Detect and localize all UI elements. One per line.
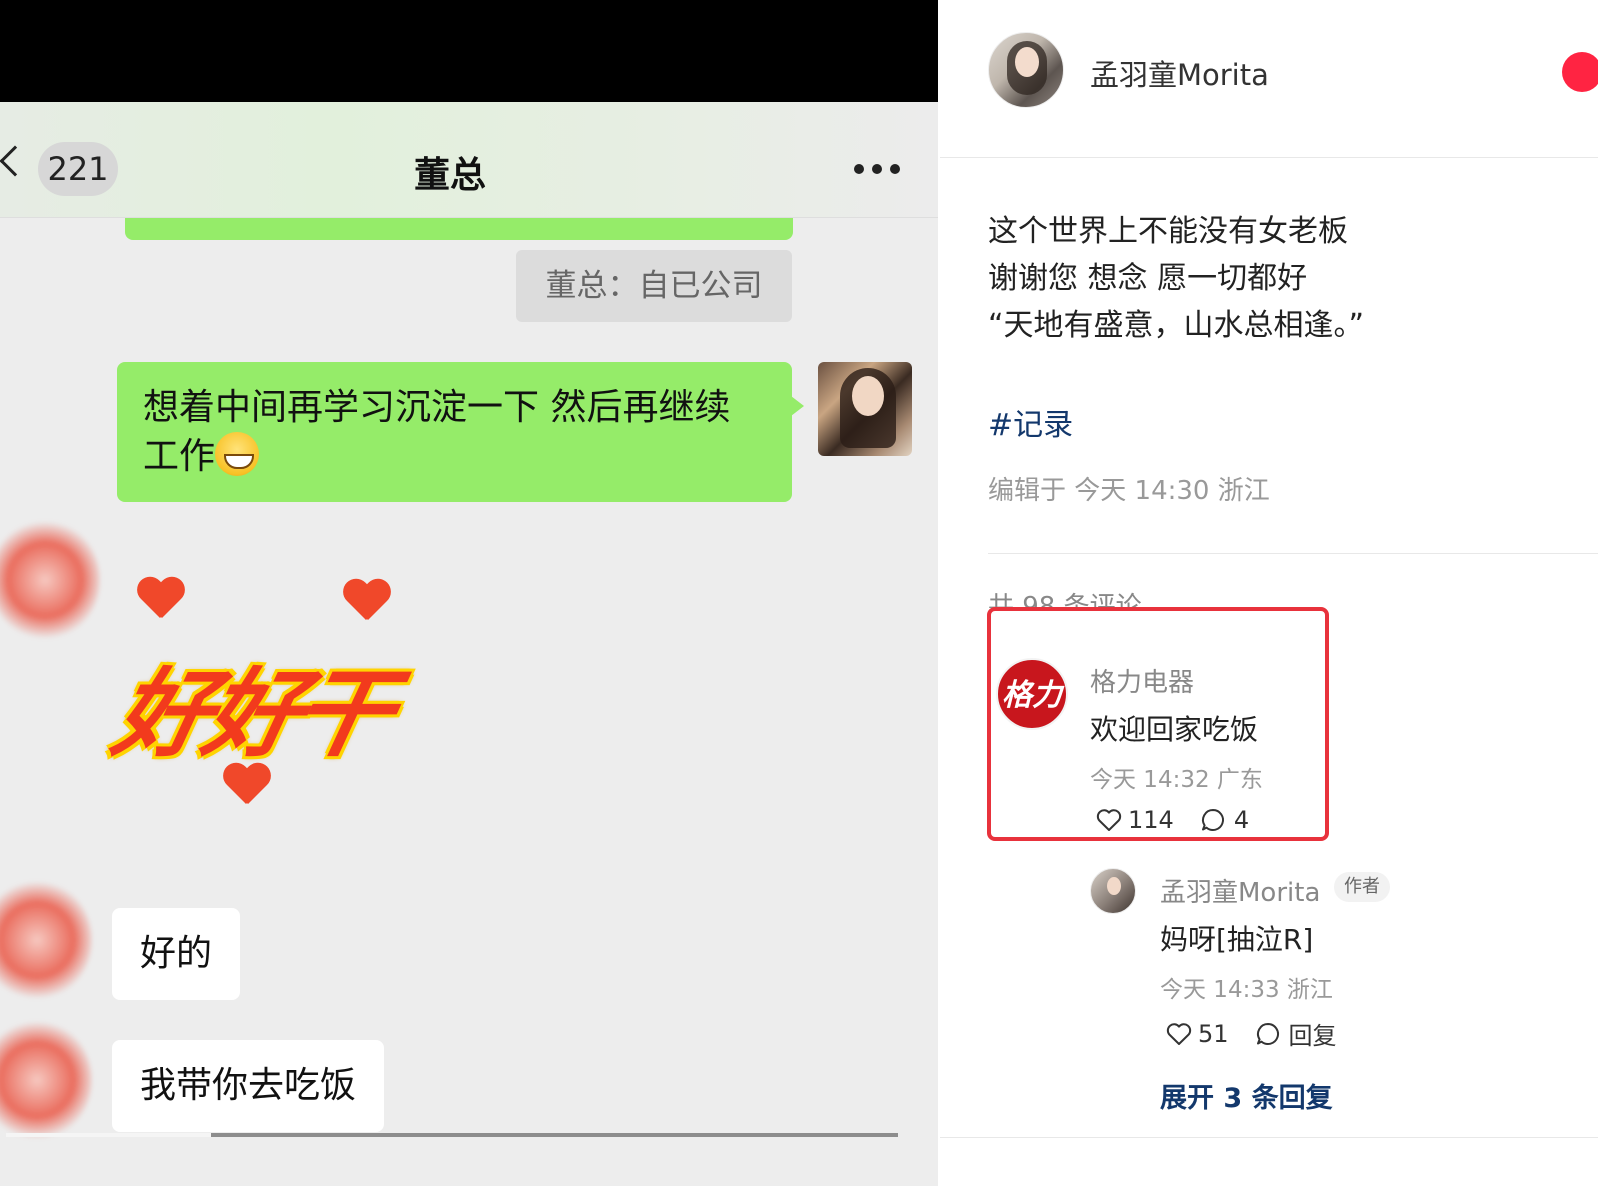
post-body: 这个世界上不能没有女老板 谢谢您 想念 愿一切都好 “天地有盛意，山水总相逢。” xyxy=(988,208,1364,349)
reply-label: 回复 xyxy=(1288,1022,1337,1050)
post-line: 这个世界上不能没有女老板 xyxy=(988,214,1348,249)
reply-time: 今天 14:33 浙江 xyxy=(1160,977,1333,1003)
quoted-message: 董总：自已公司 xyxy=(516,250,792,322)
sticker-text: 好好干 xyxy=(104,658,399,770)
chat-header: 221 董总 xyxy=(0,102,938,218)
blurred-avatar xyxy=(0,520,100,640)
author-avatar[interactable] xyxy=(988,32,1064,108)
reply-button[interactable]: 回复 xyxy=(1255,1016,1337,1051)
heart-icon xyxy=(342,580,390,624)
video-progress-bar[interactable] xyxy=(6,1133,898,1137)
comment-actions: 114 4 xyxy=(1096,806,1275,834)
post-meta: 编辑于 今天 14:30 浙江 xyxy=(988,476,1270,506)
heart-outline-icon xyxy=(1166,1022,1192,1046)
like-button[interactable]: 51 xyxy=(1166,1020,1229,1048)
previous-message-bubble xyxy=(125,218,793,240)
comment-text: 欢迎回家吃饭 xyxy=(1090,713,1259,746)
like-count: 51 xyxy=(1198,1019,1229,1048)
comment-count: 共 98 条评论 xyxy=(988,592,1142,608)
comment-bubble-icon xyxy=(1200,807,1226,833)
reply-avatar[interactable] xyxy=(1090,868,1136,914)
blurred-avatar xyxy=(0,880,92,1000)
reply-bubble: 好的 xyxy=(112,908,241,1000)
comment-time: 今天 14:32 广东 xyxy=(1090,767,1263,793)
divider xyxy=(940,1137,1598,1138)
post-line: “天地有盛意，山水总相逢。” xyxy=(988,308,1365,343)
chat-title: 董总 xyxy=(413,155,486,196)
video-letterbox xyxy=(0,0,938,102)
heart-outline-icon xyxy=(1096,808,1122,832)
reply-actions: 51 回复 xyxy=(1166,1016,1363,1051)
heart-icon xyxy=(222,764,270,808)
author-name[interactable]: 孟羽童Morita xyxy=(1090,52,1269,94)
author-tag: 作者 xyxy=(1334,872,1390,902)
heart-icon xyxy=(136,578,184,622)
divider xyxy=(940,157,1598,158)
video-progress-fill xyxy=(6,1133,212,1137)
reply-button[interactable]: 4 xyxy=(1200,806,1249,834)
like-count: 114 xyxy=(1128,806,1174,834)
reply-author-name[interactable]: 孟羽童Morita xyxy=(1160,872,1320,909)
hashtag-link[interactable]: #记录 xyxy=(988,400,1073,444)
more-icon xyxy=(852,164,902,176)
gree-avatar[interactable]: 格力 xyxy=(996,658,1068,730)
grin-emoji-icon xyxy=(215,432,260,476)
my-message-bubble: 想着中间再学习沉淀一下 然后再继续 工作 xyxy=(117,362,804,502)
reply-bubble: 我带你去吃饭 xyxy=(112,1040,385,1132)
blurred-avatar xyxy=(0,1020,92,1140)
unread-count-badge: 221 xyxy=(38,142,118,196)
post-detail-panel: 孟羽童Morita 这个世界上不能没有女老板 谢谢您 想念 愿一切都好 “天地有… xyxy=(940,0,1598,1186)
my-avatar xyxy=(818,362,912,456)
back-chevron-icon xyxy=(0,145,31,177)
video-player[interactable]: 221 董总 董总：自已公司 想着中间再学习沉淀一下 然后再继续 工作 好好干 … xyxy=(0,0,938,1186)
follow-button[interactable] xyxy=(1562,52,1598,92)
commenter-name[interactable]: 格力电器 xyxy=(1090,662,1194,699)
my-message-line: 想着中间再学习沉淀一下 然后再继续 xyxy=(143,387,731,428)
expand-replies-link[interactable]: 展开 3 条回复 xyxy=(1160,1076,1333,1115)
comment-bubble-icon xyxy=(1255,1021,1281,1047)
reply-count: 4 xyxy=(1233,806,1250,834)
my-message-line: 工作 xyxy=(143,436,216,477)
like-button[interactable]: 114 xyxy=(1096,806,1174,834)
reply-text: 妈呀[抽泣R] xyxy=(1160,923,1314,956)
post-line: 谢谢您 想念 愿一切都好 xyxy=(988,261,1308,296)
divider xyxy=(988,553,1598,554)
